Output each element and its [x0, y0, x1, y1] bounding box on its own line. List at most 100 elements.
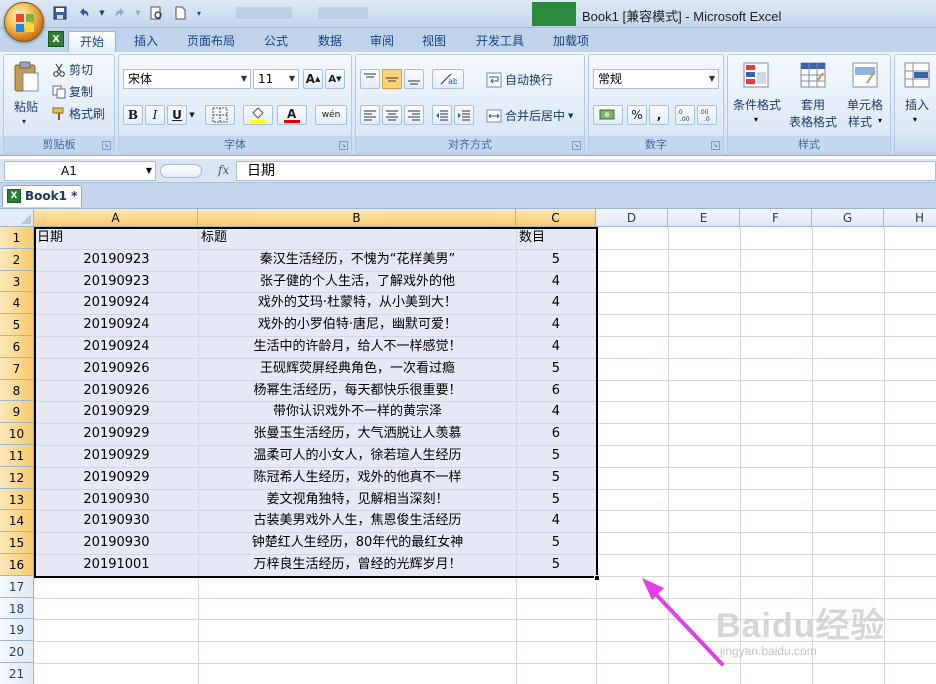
increase-decimal-button[interactable]: .0.00 [675, 105, 695, 125]
row-header-1[interactable]: 1 [0, 227, 34, 249]
comma-button[interactable]: , [649, 105, 669, 125]
align-bottom-button[interactable] [404, 69, 424, 89]
borders-button[interactable] [205, 105, 235, 125]
column-header-c[interactable]: C [516, 209, 596, 227]
row-header-8[interactable]: 8 [0, 379, 34, 402]
row-header-7[interactable]: 7 [0, 357, 34, 380]
new-document-icon[interactable] [170, 4, 190, 22]
print-preview-icon[interactable] [146, 4, 166, 22]
shrink-font-button[interactable]: A ▼ [325, 69, 345, 89]
conditional-formatting-button[interactable]: 条件格式 ▾ [730, 59, 784, 135]
tab-home[interactable]: 开始 [68, 31, 116, 52]
number-format-combo[interactable]: 常规 ▼ [593, 69, 719, 89]
save-icon[interactable] [50, 4, 70, 22]
font-launcher-icon[interactable]: ↘ [339, 141, 348, 150]
align-left-button[interactable] [360, 105, 380, 125]
paste-button[interactable]: 粘贴 ▾ [8, 59, 44, 131]
percent-button[interactable]: % [627, 105, 647, 125]
cut-label: 剪切 [69, 63, 94, 77]
row-header-15[interactable]: 15 [0, 532, 34, 554]
row-header-11[interactable]: 11 [0, 445, 34, 467]
decrease-decimal-button[interactable]: .00.0 [697, 105, 717, 125]
row-header-16[interactable]: 16 [0, 554, 34, 576]
align-right-button[interactable] [404, 105, 424, 125]
merge-center-button[interactable]: 合并后居中 ▼ [486, 107, 573, 124]
font-size-combo[interactable]: 11 ▼ [253, 69, 299, 89]
row-header-2[interactable]: 2 [0, 248, 34, 271]
grow-font-button[interactable]: A ▲ [303, 69, 323, 89]
selection-border [34, 227, 598, 578]
column-header-h[interactable]: H [884, 209, 936, 227]
format-painter-button[interactable]: 格式刷 [52, 105, 105, 122]
underline-button[interactable]: U [167, 105, 187, 125]
office-button[interactable] [4, 2, 44, 42]
redo-dropdown-icon[interactable]: ▼ [134, 4, 142, 22]
row-header-21[interactable]: 21 [0, 663, 34, 684]
cell-styles-button[interactable]: 单元格 样式 ▾ [840, 59, 890, 135]
chevron-down-icon[interactable]: ▼ [146, 162, 152, 180]
phonetic-button[interactable]: wén [315, 105, 347, 125]
name-box[interactable]: A1 ▼ [4, 161, 156, 181]
wrap-text-button[interactable]: 自动换行 [486, 71, 553, 88]
row-header-18[interactable]: 18 [0, 597, 34, 620]
fill-color-button[interactable] [243, 105, 273, 125]
row-header-19[interactable]: 19 [0, 619, 34, 642]
alignment-launcher-icon[interactable]: ↘ [572, 141, 581, 150]
fill-handle[interactable] [594, 574, 600, 581]
decrease-indent-button[interactable] [432, 105, 452, 125]
row-header-3[interactable]: 3 [0, 270, 34, 293]
row-header-9[interactable]: 9 [0, 401, 34, 424]
font-color-button[interactable]: A [277, 105, 307, 125]
italic-button[interactable]: I [145, 105, 165, 125]
row-header-10[interactable]: 10 [0, 423, 34, 445]
column-header-b[interactable]: B [198, 209, 516, 227]
number-launcher-icon[interactable]: ↘ [711, 141, 720, 150]
bold-button[interactable]: B [123, 105, 143, 125]
column-header-g[interactable]: G [812, 209, 884, 227]
column-header-a[interactable]: A [34, 209, 198, 227]
tab-page-layout[interactable]: 页面布局 [180, 31, 242, 52]
worksheet-grid[interactable]: ABCDEFGH 1 2 3 4 5 6 7 8 9 10 11 12 13 14 15 16 17 18 19 20… [0, 209, 936, 684]
align-middle-button[interactable] [382, 69, 402, 89]
align-right-icon [408, 110, 420, 121]
select-all-button[interactable] [0, 209, 34, 227]
row-header-20[interactable]: 20 [0, 641, 34, 663]
row-header-17[interactable]: 17 [0, 575, 34, 598]
tab-insert[interactable]: 插入 [124, 31, 168, 52]
increase-indent-button[interactable] [454, 105, 474, 125]
redo-icon[interactable] [110, 4, 130, 22]
customize-qat-icon[interactable]: ▾ [194, 4, 204, 22]
row-header-5[interactable]: 5 [0, 314, 34, 336]
font-name-combo[interactable]: 宋体 ▼ [123, 69, 251, 89]
underline-dropdown-icon[interactable]: ▼ [187, 105, 197, 125]
tab-add-ins[interactable]: 加载项 [544, 31, 598, 52]
row-header-12[interactable]: 12 [0, 466, 34, 489]
undo-icon[interactable] [74, 4, 94, 22]
tab-formulas[interactable]: 公式 [254, 31, 298, 52]
formula-expand-handle[interactable] [160, 164, 202, 178]
copy-button[interactable]: 复制 [52, 83, 93, 100]
align-top-button[interactable] [360, 69, 380, 89]
tab-developer[interactable]: 开发工具 [468, 31, 532, 52]
column-header-e[interactable]: E [668, 209, 740, 227]
formula-input[interactable]: 日期 [236, 161, 936, 181]
format-as-table-button[interactable]: 套用 表格格式 [786, 59, 840, 135]
row-header-14[interactable]: 14 [0, 510, 34, 533]
row-header-6[interactable]: 6 [0, 336, 34, 358]
accounting-format-button[interactable] [593, 105, 623, 125]
insert-cells-button[interactable]: 插入 ▾ [897, 59, 936, 135]
tab-review[interactable]: 审阅 [360, 31, 404, 52]
column-header-d[interactable]: D [596, 209, 668, 227]
tab-data[interactable]: 数据 [308, 31, 352, 52]
column-header-f[interactable]: F [740, 209, 812, 227]
undo-dropdown-icon[interactable]: ▼ [98, 4, 106, 22]
clipboard-launcher-icon[interactable]: ↘ [102, 141, 111, 150]
align-center-button[interactable] [382, 105, 402, 125]
workbook-tab[interactable]: X Book1 * [2, 185, 82, 207]
cut-button[interactable]: 剪切 [52, 61, 93, 78]
tab-view[interactable]: 视图 [412, 31, 456, 52]
row-header-4[interactable]: 4 [0, 292, 34, 315]
row-header-13[interactable]: 13 [0, 488, 34, 511]
orientation-button[interactable]: ab [432, 69, 464, 89]
insert-function-icon[interactable]: fx [218, 163, 229, 177]
